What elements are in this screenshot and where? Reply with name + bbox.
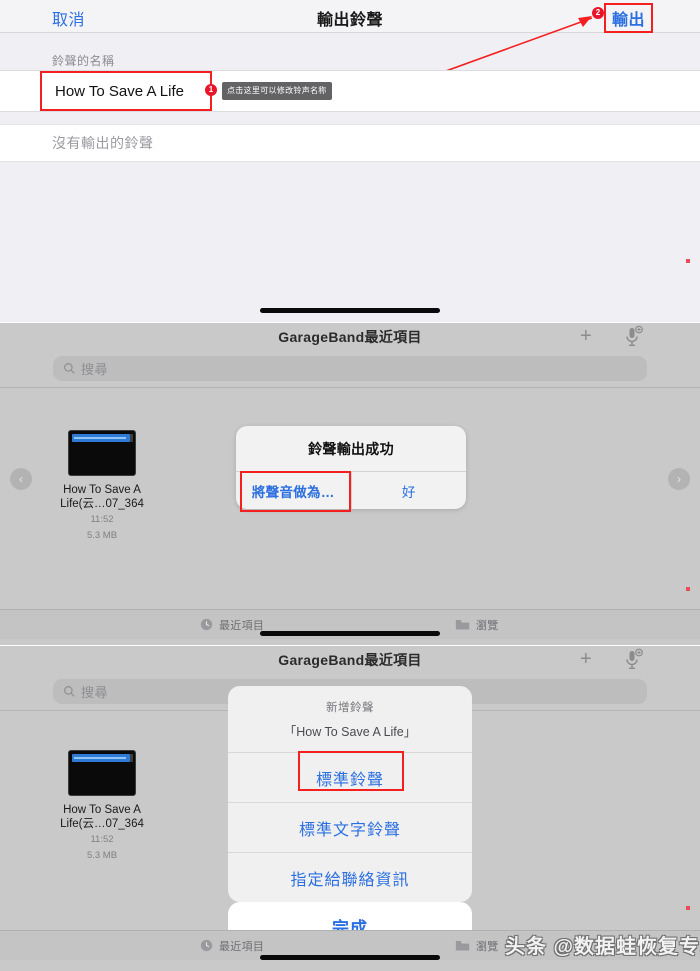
search-placeholder: 搜尋	[81, 362, 109, 377]
success-alert-dialog: 鈴聲輸出成功 將聲音做為… 好	[236, 426, 466, 509]
ok-button[interactable]: 好	[350, 472, 467, 509]
option-standard-text-tone[interactable]: 標準文字鈴聲	[228, 802, 472, 852]
export-button-highlight: 輸出	[604, 3, 654, 33]
panel-new-ringtone-sheet: GarageBand最近項目 + 搜尋 How To Save A Life(云…	[0, 646, 700, 971]
step-badge-2: 2	[592, 7, 604, 19]
export-button[interactable]: 輸出	[606, 5, 651, 31]
option-standard-ringtone[interactable]: 標準鈴聲	[228, 752, 472, 802]
home-indicator	[260, 308, 440, 313]
artifact-dot	[686, 259, 690, 263]
search-icon	[64, 686, 75, 697]
project-name-line2: Life(云…07_364	[60, 818, 144, 830]
screenshot-root: 取消 輸出鈴聲 輸出 2 鈴聲的名稱 How To Save A Life 1 …	[0, 0, 700, 971]
empty-state-label: 沒有輸出的鈴聲	[52, 135, 154, 151]
plus-icon[interactable]: +	[580, 326, 592, 346]
home-indicator	[260, 631, 440, 636]
use-sound-as-button[interactable]: 將聲音做為…	[236, 472, 351, 509]
project-thumbnail-sheet[interactable]	[68, 750, 136, 796]
artifact-dot	[686, 906, 690, 910]
action-sheet-title: 新增鈴聲	[326, 702, 374, 714]
tab-browse-label-alert: 瀏覽	[476, 619, 499, 632]
clock-icon	[200, 618, 213, 631]
search-placeholder: 搜尋	[81, 685, 109, 700]
project-name-line2: Life(云…07_364	[60, 498, 144, 510]
step-badge-1: 1	[205, 84, 217, 96]
plus-icon[interactable]: +	[580, 649, 592, 669]
tab-recent-alert[interactable]: 最近項目	[200, 617, 264, 633]
watermark: 头条 @数据蛙恢复专家	[505, 936, 700, 958]
panel-export-success: GarageBand最近項目 + 搜尋 How To Save A Life(云…	[0, 323, 700, 645]
tab-browse-label-sheet: 瀏覽	[476, 940, 499, 953]
tab-recent-label-sheet: 最近項目	[219, 940, 265, 953]
search-input-alert[interactable]: 搜尋	[53, 356, 647, 381]
home-indicator	[260, 955, 440, 960]
project-thumbnail-alert[interactable]	[68, 430, 136, 476]
ringtone-name-input[interactable]: How To Save A Life	[40, 71, 212, 111]
microphone-add-icon[interactable]	[620, 648, 644, 672]
tab-recent-label-alert: 最近項目	[219, 619, 265, 632]
action-sheet-subtitle: 「How To Save A Life」	[283, 725, 417, 739]
tab-browse-alert[interactable]: 瀏覽	[455, 617, 499, 633]
new-ringtone-action-sheet: 新增鈴聲 「How To Save A Life」 標準鈴聲 標準文字鈴聲 指定…	[228, 686, 472, 902]
panel-export-ringtone: 取消 輸出鈴聲 輸出 2 鈴聲的名稱 How To Save A Life 1 …	[0, 0, 700, 322]
garageband-title-sheet: GarageBand最近項目	[278, 652, 422, 668]
search-icon	[64, 363, 75, 374]
action-sheet-header: 新增鈴聲 「How To Save A Life」	[228, 686, 472, 752]
export-blank-area	[0, 162, 700, 322]
project-time-sheet: 11:52	[90, 834, 114, 845]
ringtone-name-section-label: 鈴聲的名稱	[52, 54, 115, 68]
project-size-sheet: 5.3 MB	[86, 850, 118, 861]
clock-icon	[200, 939, 213, 952]
project-name-alert: How To Save A Life(云…07_364	[27, 483, 177, 511]
tab-browse-sheet[interactable]: 瀏覽	[455, 938, 499, 954]
folder-icon	[455, 941, 470, 951]
carousel-prev-button[interactable]: ‹	[10, 468, 32, 490]
option-assign-to-contact[interactable]: 指定給聯絡資訊	[228, 852, 472, 902]
rename-tooltip: 点击这里可以修改铃声名称	[222, 82, 332, 100]
tab-recent-sheet[interactable]: 最近項目	[200, 938, 264, 954]
microphone-add-icon[interactable]	[620, 325, 644, 349]
project-size-alert: 5.3 MB	[86, 530, 118, 541]
project-time-alert: 11:52	[90, 514, 114, 525]
alert-buttons: 將聲音做為… 好	[236, 471, 466, 509]
project-name-line1: How To Save A	[63, 804, 141, 816]
alert-title: 鈴聲輸出成功	[308, 440, 394, 457]
carousel-next-button[interactable]: ›	[668, 468, 690, 490]
garageband-title-alert: GarageBand最近項目	[278, 329, 422, 345]
artifact-dot	[686, 587, 690, 591]
folder-icon	[455, 620, 470, 630]
project-name-sheet: How To Save A Life(云…07_364	[27, 803, 177, 831]
project-name-line1: How To Save A	[63, 484, 141, 496]
